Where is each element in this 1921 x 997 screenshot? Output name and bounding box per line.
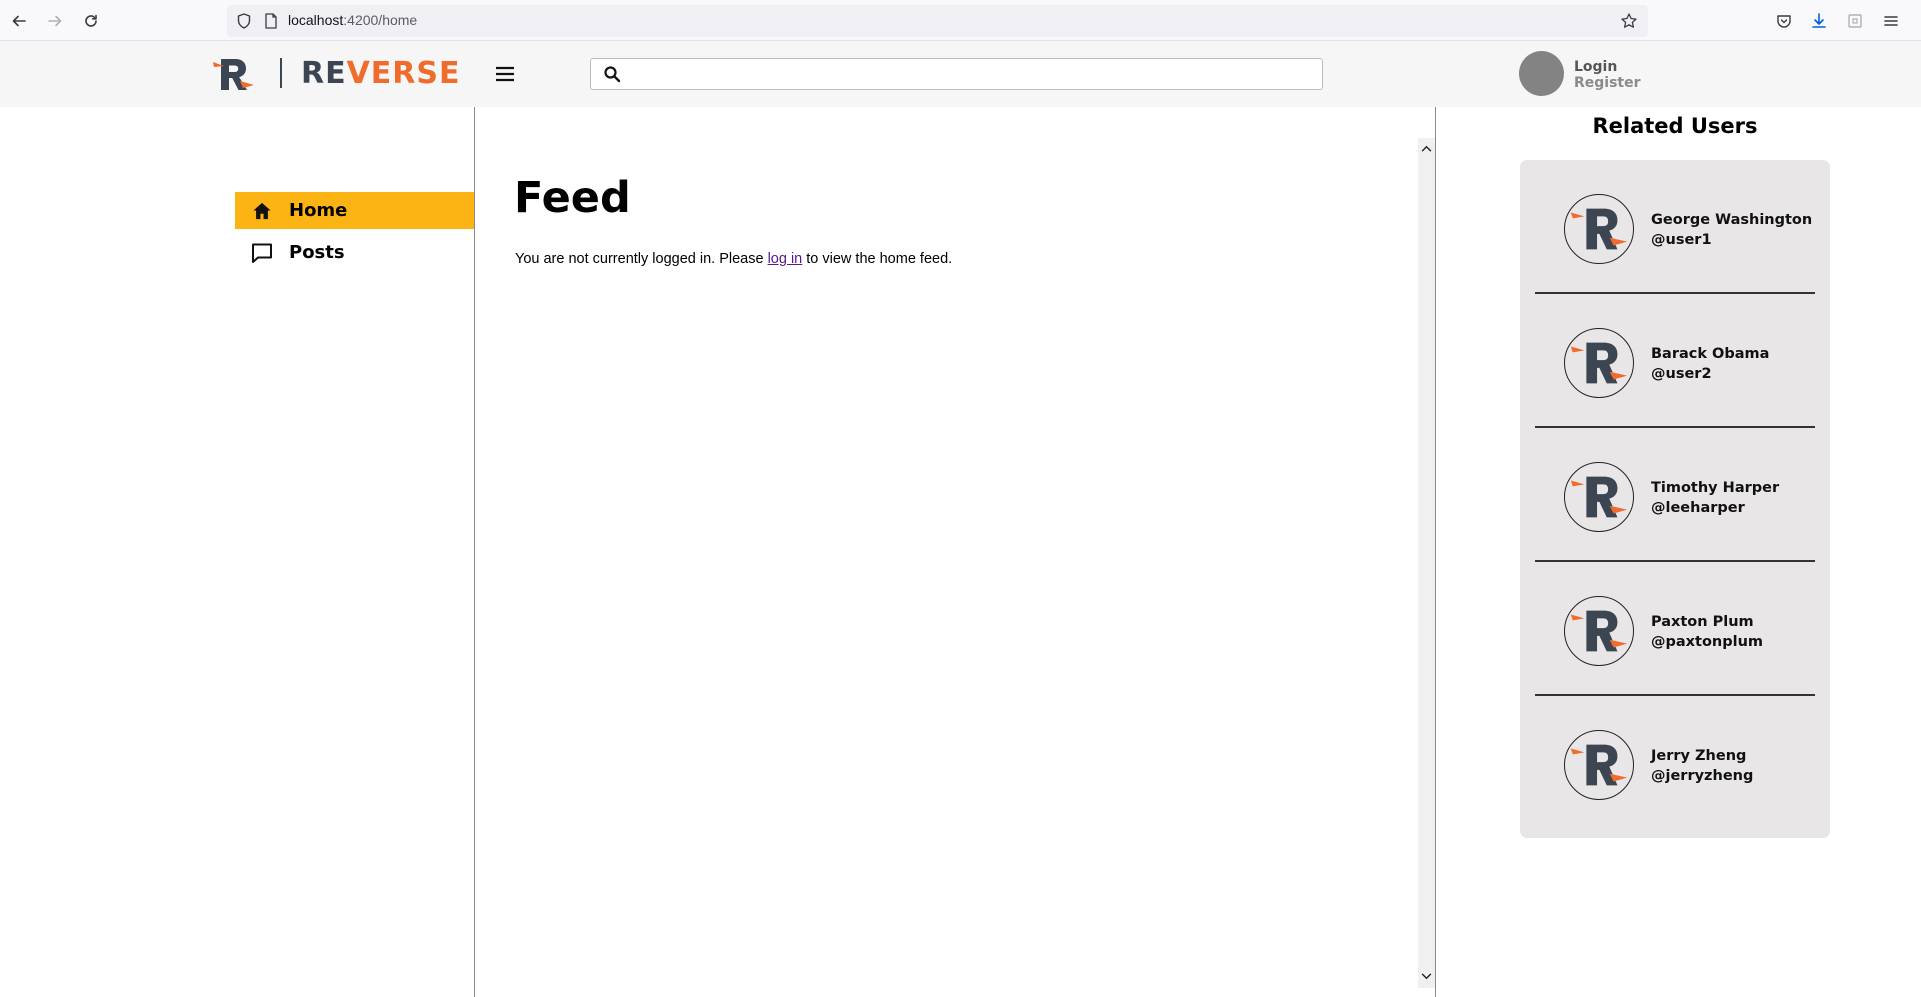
- shield-icon[interactable]: [235, 12, 253, 30]
- bookmark-star-icon[interactable]: [1620, 12, 1638, 30]
- user-name: Paxton Plum: [1651, 614, 1754, 630]
- home-icon: [251, 200, 273, 222]
- user-handle: @user2: [1651, 366, 1712, 382]
- user-handle: @paxtonplum: [1651, 634, 1764, 650]
- login-prompt: You are not currently logged in. Please …: [515, 251, 953, 267]
- user-handle: @leeharper: [1651, 500, 1745, 516]
- user-name: Timothy Harper: [1651, 480, 1780, 496]
- sidebar-item-home[interactable]: Home: [235, 192, 474, 229]
- page-title: Feed: [514, 173, 631, 223]
- sidebar-item-label: Posts: [289, 242, 345, 263]
- right-divider: [1435, 107, 1436, 997]
- related-users-panel: George Washington @user1 Barack Obama @u…: [1520, 160, 1830, 838]
- related-users-title: Related Users: [1592, 114, 1758, 138]
- user-avatar[interactable]: [1564, 596, 1634, 666]
- user-name: Jerry Zheng: [1651, 748, 1747, 764]
- avatar[interactable]: [1519, 51, 1564, 96]
- user-handle: @user1: [1651, 232, 1712, 248]
- user-avatar[interactable]: [1564, 194, 1634, 264]
- url-bar[interactable]: localhost:4200/home: [227, 5, 1648, 37]
- scrollbar[interactable]: [1418, 138, 1435, 988]
- brand-wordmark[interactable]: REVERSE: [301, 59, 461, 89]
- search-input[interactable]: [631, 61, 1315, 89]
- login-link[interactable]: Login: [1574, 59, 1641, 75]
- related-user-card[interactable]: George Washington @user1: [1535, 160, 1815, 294]
- register-link[interactable]: Register: [1574, 75, 1641, 91]
- url-text: localhost:4200/home: [288, 12, 418, 28]
- search-icon: [604, 66, 621, 83]
- pocket-icon[interactable]: [1774, 11, 1794, 31]
- sidebar-item-label: Home: [289, 200, 348, 221]
- user-avatar[interactable]: [1564, 328, 1634, 398]
- menu-icon[interactable]: [1881, 11, 1901, 31]
- extensions-icon[interactable]: [1845, 11, 1865, 31]
- sidebar-item-posts[interactable]: Posts: [235, 234, 474, 271]
- scroll-up-arrow-icon[interactable]: [1418, 140, 1435, 156]
- back-icon[interactable]: [7, 9, 31, 33]
- page-icon: [265, 13, 277, 29]
- scroll-down-arrow-icon[interactable]: [1418, 968, 1435, 984]
- reverse-logo-icon[interactable]: [212, 54, 256, 94]
- user-avatar[interactable]: [1564, 730, 1634, 800]
- hamburger-menu-icon[interactable]: [495, 66, 515, 82]
- reload-icon[interactable]: [79, 9, 103, 33]
- related-user-card[interactable]: Jerry Zheng @jerryzheng: [1535, 696, 1815, 830]
- user-name: Barack Obama: [1651, 346, 1770, 362]
- app-header: REVERSE Login Register: [0, 41, 1921, 107]
- user-name: George Washington: [1651, 212, 1813, 228]
- user-avatar[interactable]: [1564, 462, 1634, 532]
- browser-toolbar: localhost:4200/home: [0, 0, 1921, 41]
- forward-icon[interactable]: [43, 9, 67, 33]
- search-box[interactable]: [590, 58, 1323, 90]
- login-inline-link[interactable]: log in: [768, 251, 803, 267]
- user-handle: @jerryzheng: [1651, 768, 1754, 784]
- chat-bubble-icon: [251, 242, 273, 264]
- related-user-card[interactable]: Paxton Plum @paxtonplum: [1535, 562, 1815, 696]
- auth-links: Login Register: [1574, 59, 1641, 91]
- related-user-card[interactable]: Barack Obama @user2: [1535, 294, 1815, 428]
- related-user-card[interactable]: Timothy Harper @leeharper: [1535, 428, 1815, 562]
- left-divider: [474, 107, 475, 997]
- sidebar-nav: Home Posts: [235, 192, 474, 271]
- logo-divider: [280, 58, 282, 88]
- download-icon[interactable]: [1809, 11, 1829, 31]
